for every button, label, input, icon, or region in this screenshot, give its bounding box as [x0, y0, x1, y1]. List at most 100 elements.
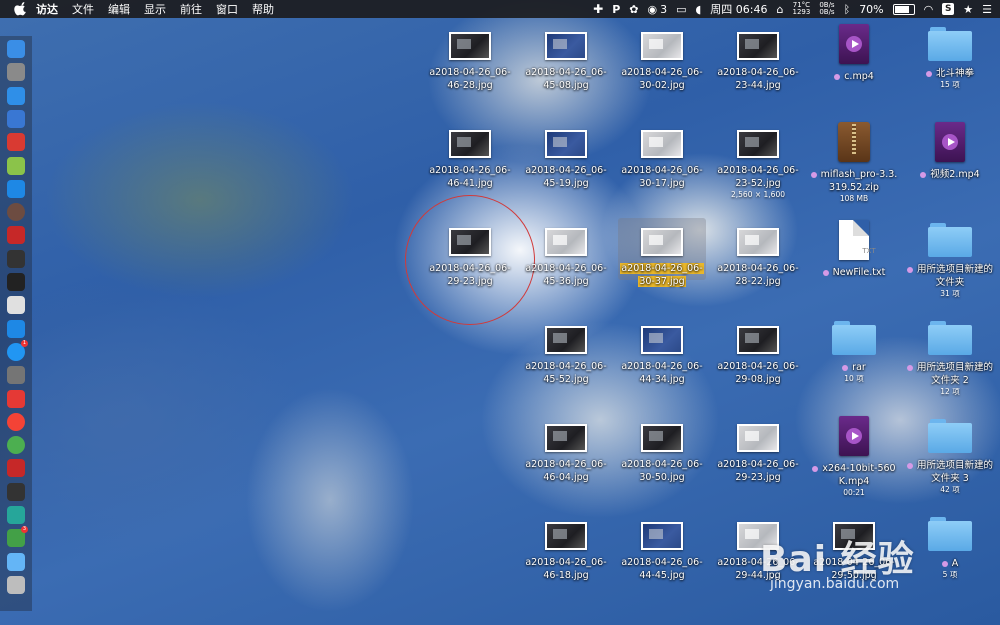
wechat-icon[interactable]: 3 [7, 526, 28, 548]
desktop-image-file[interactable]: a2018-04-26_06- 46-18.jpg [518, 522, 614, 582]
desktop-image-file[interactable]: a2018-04-26_06- 44-45.jpg [614, 522, 710, 582]
app-s-icon[interactable]: S [942, 3, 955, 15]
app-store-icon[interactable]: 1 [7, 339, 28, 361]
desktop-file[interactable]: miflash_pro-3.3. 319.52.zip 108 MB [806, 122, 902, 203]
desktop-image-file[interactable]: a2018-04-26_06- 23-44.jpg [710, 32, 806, 92]
mic-icon[interactable] [7, 319, 25, 338]
status-menus: ✚ P ✿ ◉ 3 ▭ ◖ 周四 06:46 ⌂ 71°C 1293 0B/s … [593, 0, 992, 18]
tag-dot [842, 364, 849, 371]
desktop-file[interactable]: 视频2.mp4 [902, 122, 998, 181]
image-thumbnail [737, 32, 779, 60]
desktop-folder[interactable]: 用所选项目新建的 文件夹 3 42 项 [902, 416, 998, 494]
clock-text[interactable]: 周四 06:46 [710, 1, 767, 17]
desktop-image-file[interactable]: a2018-04-26_06- 46-28.jpg [422, 32, 518, 92]
clock-icon[interactable] [7, 203, 25, 222]
menu-finder[interactable]: 访达 [36, 1, 58, 17]
vivaldi-icon[interactable] [7, 459, 25, 478]
zip-archive-icon [838, 122, 870, 162]
menu-file[interactable]: 文件 [72, 1, 94, 17]
file-name: a2018-04-26_06- 45-19.jpg [518, 164, 614, 190]
desktop-folder[interactable]: 用所选项目新建的 文件夹 31 项 [902, 220, 998, 298]
desktop-image-file[interactable]: a2018-04-26_06- 23-52.jpg 2,560 × 1,600 [710, 130, 806, 199]
desktop-folder[interactable]: rar 10 项 [806, 318, 902, 383]
file-name-line2: 46-18.jpg [543, 570, 589, 581]
file-name-line1: a2018-04-26_06- [717, 361, 799, 372]
desktop-image-file[interactable]: a2018-04-26_06- 29-23.jpg [710, 424, 806, 484]
net-monitor[interactable]: 0B/s 0B/s [819, 2, 834, 16]
desktop-image-file[interactable]: a2018-04-26_06- 46-41.jpg [422, 130, 518, 190]
menu-bar: 访达 文件 编辑 显示 前往 窗口 帮助 ✚ P ✿ ◉ 3 ▭ ◖ 周四 06… [0, 0, 1000, 18]
file-name-line1: A [951, 558, 959, 569]
shortcuts-icon[interactable]: ✚ [593, 2, 603, 16]
apple-menu-icon[interactable] [14, 2, 28, 16]
desktop-folder[interactable]: 用所选项目新建的 文件夹 2 12 项 [902, 318, 998, 396]
file-name: 北斗神拳 [902, 67, 998, 80]
android-icon[interactable] [7, 156, 25, 175]
desktop-folder[interactable]: 北斗神拳 15 项 [902, 24, 998, 89]
wifi-icon[interactable]: ◠ [924, 3, 934, 16]
file-info: 42 项 [940, 485, 960, 494]
desktop-image-file[interactable]: a2018-04-26_06- 44-34.jpg [614, 326, 710, 386]
desktop-image-file[interactable]: a2018-04-26_06- 30-37.jpg [614, 228, 710, 288]
folder-icon [832, 321, 876, 355]
baidu-icon[interactable] [7, 226, 25, 245]
desktop-image-file[interactable]: a2018-04-26_06- 30-50.jpg [614, 424, 710, 484]
yandex-icon[interactable] [7, 412, 25, 431]
desktop-image-file[interactable]: a2018-04-26_06- 45-08.jpg [518, 32, 614, 92]
menu-view[interactable]: 显示 [144, 1, 166, 17]
wechat-icon: ◉ [647, 2, 658, 16]
trash-icon[interactable] [7, 575, 25, 594]
desktop-file[interactable]: TXT NewFile.txt [806, 220, 902, 279]
desktop-file[interactable]: x264-10bit-560 K.mp4 00:21 [806, 416, 902, 497]
battery-icon[interactable] [892, 3, 915, 15]
desktop-image-file[interactable]: a2018-04-26_06- 46-04.jpg [518, 424, 614, 484]
display-icon[interactable]: ▭ [676, 3, 686, 16]
file-name: a2018-04-26_06- 28-22.jpg [710, 262, 806, 288]
control-center-icon[interactable]: ☰ [982, 3, 992, 16]
finder-icon[interactable] [7, 40, 25, 58]
baidu-watermark: Bai 经验 jingyan.baidu.com [760, 530, 915, 592]
contacts-icon[interactable] [7, 109, 25, 128]
desktop-image-file[interactable]: a2018-04-26_06- 29-08.jpg [710, 326, 806, 386]
file-name-line1: 视频2.mp4 [930, 169, 980, 180]
safari-icon[interactable] [7, 86, 25, 105]
file-name: 视频2.mp4 [902, 168, 998, 181]
file-name-line2: K.mp4 [838, 476, 870, 487]
terminal-icon[interactable] [7, 273, 25, 291]
chrome-icon[interactable] [7, 436, 25, 455]
bluetooth-icon[interactable]: ᛒ [844, 3, 851, 16]
desktop-image-file[interactable]: a2018-04-26_06- 28-22.jpg [710, 228, 806, 288]
system-preferences-icon[interactable] [7, 366, 25, 385]
paw-icon[interactable]: ✿ [629, 3, 638, 16]
preview-icon[interactable] [7, 296, 25, 315]
desktop-image-file[interactable]: a2018-04-26_06- 30-02.jpg [614, 32, 710, 92]
mirror-icon[interactable] [7, 506, 25, 524]
battery-percent[interactable]: 70% [859, 3, 883, 16]
pricetag-icon[interactable]: P [612, 3, 620, 16]
menu-go[interactable]: 前往 [180, 1, 202, 17]
desktop-folder[interactable]: A5 项 [902, 514, 998, 579]
teamviewer-icon[interactable] [7, 179, 25, 198]
activity-monitor-icon[interactable] [7, 249, 25, 268]
desktop-file[interactable]: c.mp4 [806, 24, 902, 83]
netease-music-icon[interactable] [7, 133, 25, 152]
menu-edit[interactable]: 编辑 [108, 1, 130, 17]
desktop-image-file[interactable]: a2018-04-26_06- 45-36.jpg [518, 228, 614, 288]
launchpad-icon[interactable] [7, 63, 25, 82]
desktop-image-file[interactable]: a2018-04-26_06- 29-23.jpg [422, 228, 518, 288]
desktop-image-file[interactable]: a2018-04-26_06- 30-17.jpg [614, 130, 710, 190]
terminal2-icon[interactable] [7, 482, 25, 501]
desktop-image-file[interactable]: a2018-04-26_06- 45-52.jpg [518, 326, 614, 386]
volume-icon[interactable]: ◖ [696, 3, 702, 16]
temp-monitor[interactable]: 71°C 1293 [792, 2, 810, 16]
star-icon[interactable]: ★ [963, 3, 973, 16]
folder-icon[interactable] [7, 552, 25, 571]
wechat-status[interactable]: ◉ 3 [647, 3, 667, 16]
file-name-line1: a2018-04-26_06- [429, 67, 511, 78]
menu-window[interactable]: 窗口 [216, 1, 238, 17]
menu-help[interactable]: 帮助 [252, 1, 274, 17]
folder-body [928, 325, 972, 355]
hardware-icon[interactable]: ⌂ [777, 3, 784, 16]
desktop-image-file[interactable]: a2018-04-26_06- 45-19.jpg [518, 130, 614, 190]
netease-cloud-icon[interactable] [7, 389, 25, 408]
